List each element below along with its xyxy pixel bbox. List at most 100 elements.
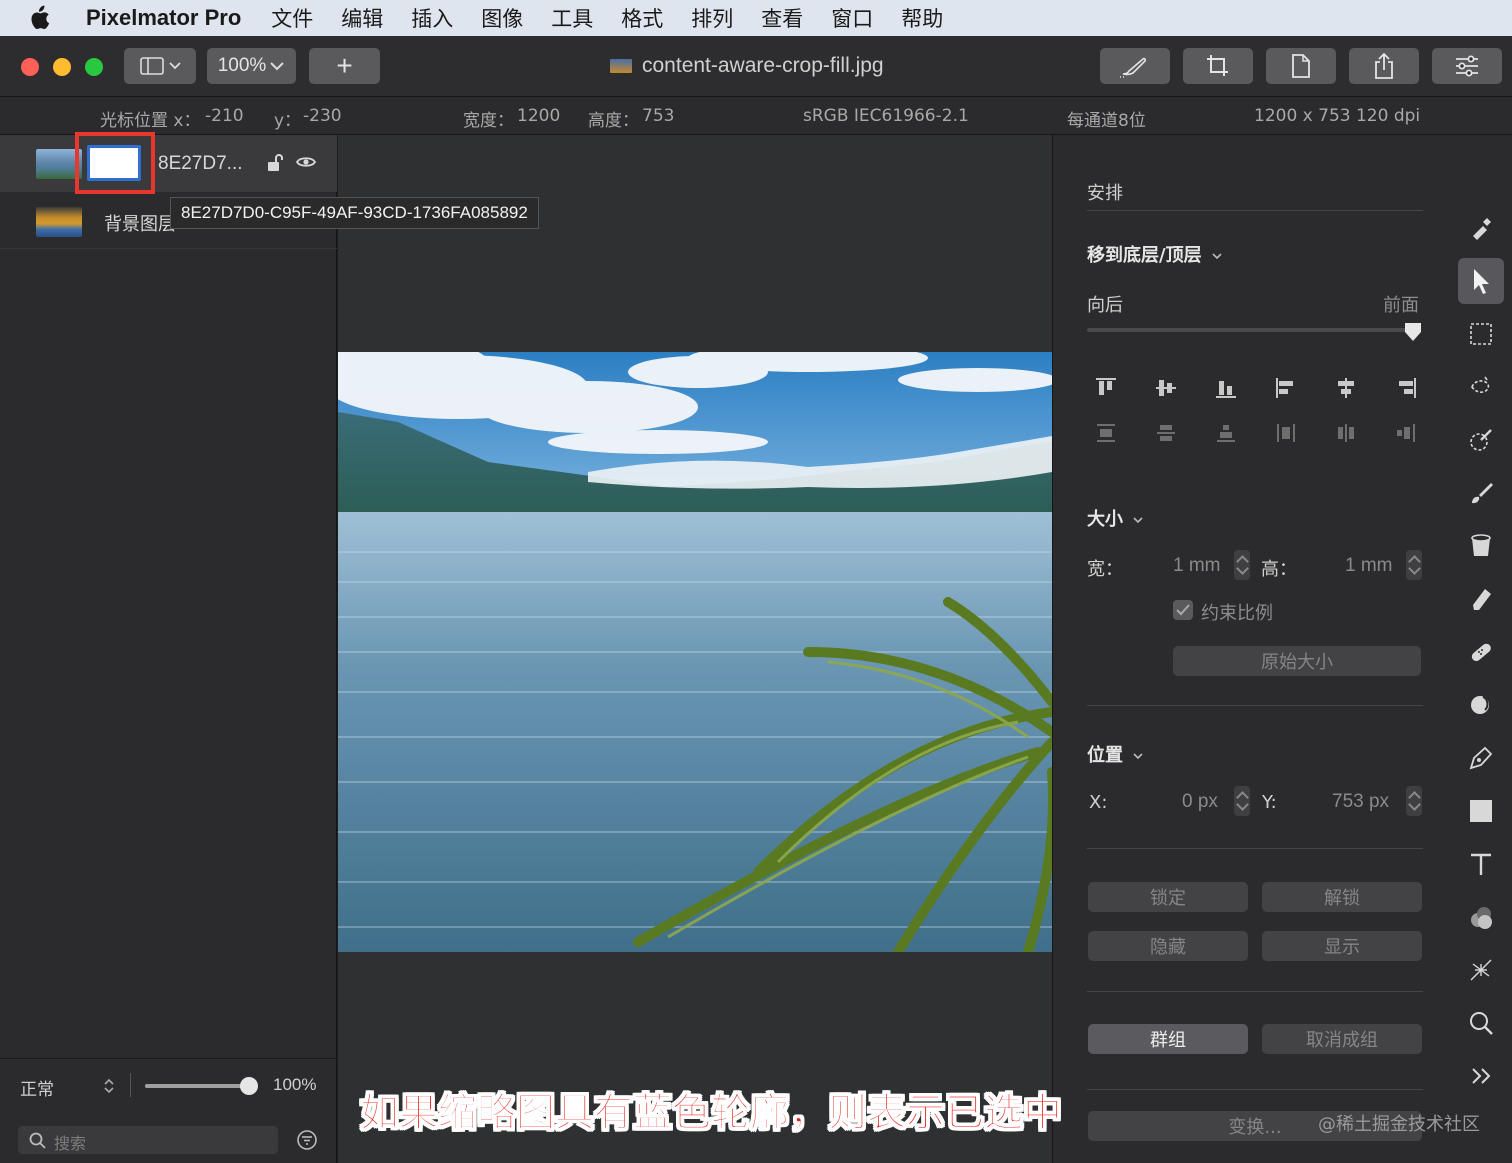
info-bar: 光标位置 x： -210 y： -230 宽度： 1200 高度： 753 sR…: [0, 97, 1512, 135]
rectangle-shape-icon: [1470, 800, 1492, 822]
pen-tool[interactable]: [1458, 735, 1504, 781]
x-field[interactable]: 0 px: [1182, 791, 1218, 813]
width-value: 1200: [517, 106, 561, 126]
zoom-tool[interactable]: [1458, 1000, 1504, 1046]
color-adjust-tool[interactable]: [1458, 417, 1504, 463]
shape-tool[interactable]: [1458, 788, 1504, 834]
canvas-photo[interactable]: [338, 352, 1052, 952]
menu-insert[interactable]: 插入: [411, 3, 453, 33]
menu-app-name[interactable]: Pixelmator Pro: [86, 5, 241, 31]
add-button[interactable]: +: [309, 48, 380, 84]
distribute-vcenter-icon[interactable]: [1153, 420, 1179, 446]
height-stepper[interactable]: [1406, 550, 1422, 580]
height-field[interactable]: 1 mm: [1345, 555, 1393, 577]
opacity-slider-track[interactable]: [145, 1077, 258, 1095]
selection-tool[interactable]: [1458, 311, 1504, 357]
smart-select-tool[interactable]: [1458, 364, 1504, 410]
document-button[interactable]: [1266, 48, 1336, 84]
type-tool[interactable]: [1458, 841, 1504, 887]
arrange-tool[interactable]: [1458, 258, 1504, 304]
pen-nib-icon: [1469, 746, 1493, 770]
opacity-slider-fill: [145, 1084, 249, 1088]
canvas-area[interactable]: [338, 135, 1052, 1163]
updown-chevron-icon[interactable]: [102, 1076, 116, 1096]
distribute-top-icon[interactable]: [1093, 420, 1119, 446]
effects-tool[interactable]: [1458, 947, 1504, 993]
blend-mode-select[interactable]: 正常: [20, 1075, 54, 1100]
filter-icon[interactable]: [296, 1129, 318, 1151]
arrange-slider-knob[interactable]: [1404, 322, 1422, 342]
menu-arrange[interactable]: 排列: [691, 3, 733, 33]
distort-tool[interactable]: [1458, 682, 1504, 728]
style-button[interactable]: [1100, 48, 1170, 84]
align-left-icon[interactable]: [1273, 375, 1299, 401]
divider: [1087, 1089, 1423, 1090]
unlock-icon[interactable]: [266, 153, 284, 173]
menu-window[interactable]: 窗口: [831, 3, 873, 33]
minimize-window-button[interactable]: [53, 58, 71, 76]
ungroup-button[interactable]: 取消成组: [1262, 1024, 1422, 1054]
sidebar-toggle-button[interactable]: [124, 48, 196, 84]
align-right-icon[interactable]: [1393, 375, 1419, 401]
menu-file[interactable]: 文件: [271, 3, 313, 33]
hide-button[interactable]: 隐藏: [1088, 931, 1248, 961]
group-button[interactable]: 群组: [1088, 1024, 1248, 1054]
distribute-bottom-icon[interactable]: [1213, 420, 1239, 446]
layer-row-selected[interactable]: 8E27D7...: [0, 132, 337, 194]
y-field[interactable]: 753 px: [1332, 791, 1389, 813]
layer-thumbnail-selected[interactable]: [87, 145, 141, 181]
menu-edit[interactable]: 编辑: [341, 3, 383, 33]
menu-image[interactable]: 图像: [481, 3, 523, 33]
paintbrush-icon: [1472, 483, 1493, 504]
width-label: 宽度：: [463, 111, 514, 131]
apple-icon[interactable]: [28, 5, 72, 31]
distribute-hcenter-icon[interactable]: [1333, 420, 1359, 446]
zoom-dropdown[interactable]: 100%: [207, 48, 296, 84]
distribute-left-icon[interactable]: [1273, 420, 1299, 446]
original-size-button[interactable]: 原始大小: [1173, 646, 1421, 676]
y-stepper[interactable]: [1406, 786, 1422, 816]
align-bottom-icon[interactable]: [1213, 375, 1239, 401]
unlock-button[interactable]: 解锁: [1262, 882, 1422, 912]
style-tool[interactable]: [1458, 205, 1504, 251]
menu-view[interactable]: 查看: [761, 3, 803, 33]
move-label: 移到底层/顶层: [1087, 245, 1202, 266]
eyedropper-brush-icon: [1470, 429, 1492, 451]
close-window-button[interactable]: [21, 58, 39, 76]
fill-tool[interactable]: [1458, 523, 1504, 569]
arrange-slider-track[interactable]: [1087, 323, 1421, 341]
show-button[interactable]: 显示: [1262, 931, 1422, 961]
opacity-slider-knob[interactable]: [240, 1077, 258, 1095]
more-tools-button[interactable]: [1458, 1053, 1504, 1099]
align-hcenter-icon[interactable]: [1333, 375, 1359, 401]
paint-tool[interactable]: [1458, 470, 1504, 516]
distribute-right-icon[interactable]: [1393, 420, 1419, 446]
position-header[interactable]: 位置: [1087, 741, 1144, 767]
erase-tool[interactable]: [1458, 576, 1504, 622]
crop-button[interactable]: [1183, 48, 1253, 84]
align-top-icon[interactable]: [1093, 375, 1119, 401]
zoom-window-button[interactable]: [85, 58, 103, 76]
share-button[interactable]: [1349, 48, 1419, 84]
position-label: 位置: [1087, 745, 1123, 766]
menu-tools[interactable]: 工具: [551, 3, 593, 33]
move-to-back-front-header[interactable]: 移到底层/顶层: [1087, 241, 1223, 267]
layer-search-field[interactable]: 搜索: [18, 1126, 278, 1154]
width-stepper[interactable]: [1234, 550, 1250, 580]
align-vcenter-icon[interactable]: [1153, 375, 1179, 401]
text-t-icon: [1471, 853, 1491, 875]
visibility-eye-icon[interactable]: [296, 155, 316, 169]
bandage-icon: [1471, 643, 1491, 662]
constrain-checkbox[interactable]: [1173, 600, 1193, 620]
color-tool[interactable]: [1458, 894, 1504, 940]
arrange-section-title: 安排: [1087, 183, 1123, 204]
menu-help[interactable]: 帮助: [901, 3, 943, 33]
lock-button[interactable]: 锁定: [1088, 882, 1248, 912]
size-header[interactable]: 大小: [1087, 505, 1144, 531]
retouch-tool[interactable]: [1458, 629, 1504, 675]
width-field[interactable]: 1 mm: [1173, 555, 1221, 577]
adjust-button[interactable]: [1432, 48, 1502, 84]
x-stepper[interactable]: [1234, 786, 1250, 816]
background-layer-thumbnail: [36, 207, 82, 237]
menu-format[interactable]: 格式: [621, 3, 663, 33]
